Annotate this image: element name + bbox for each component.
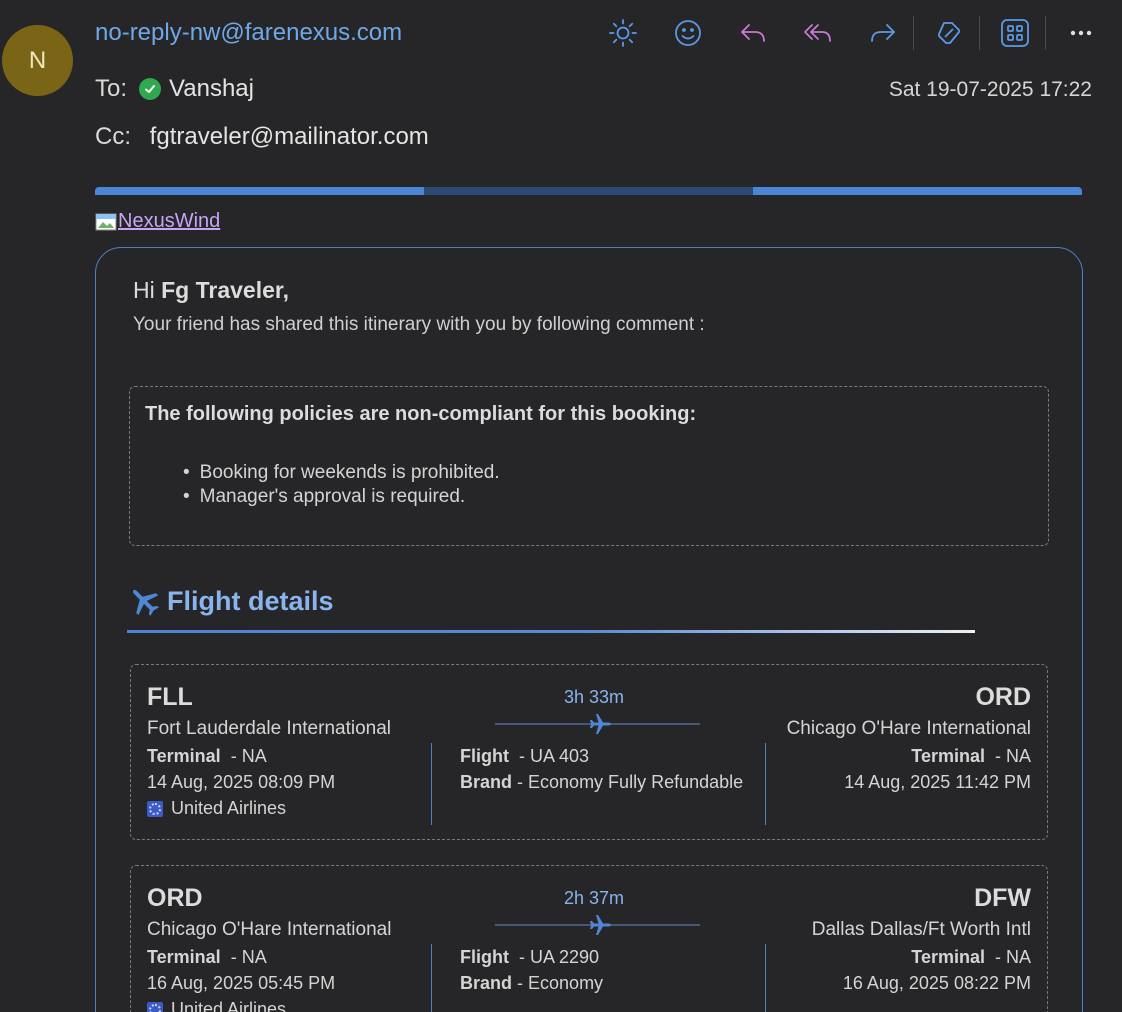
flight-duration: 2h 37m xyxy=(564,888,625,908)
flight-details-title: Flight details xyxy=(167,585,334,616)
origin-code: ORD xyxy=(147,884,203,912)
flight-segment: ORD Chicago O'Hare International Termina… xyxy=(130,865,1048,1012)
stripe-segment xyxy=(753,187,1082,195)
destination-airport: Dallas Dallas/Ft Worth Intl xyxy=(811,919,1031,940)
toolbar-divider xyxy=(1045,16,1046,50)
sender-address[interactable]: no-reply-nw@farenexus.com xyxy=(95,19,402,47)
cc-label: Cc: xyxy=(95,123,131,150)
departure-datetime: 14 Aug, 2025 08:09 PM xyxy=(147,772,336,792)
departure-datetime: 16 Aug, 2025 05:45 PM xyxy=(147,973,336,993)
heading-underline xyxy=(127,630,975,633)
traveler-name: Fg Traveler, xyxy=(161,277,289,303)
nexuswind-logo-link[interactable]: NexusWind xyxy=(95,210,220,233)
arrival-datetime: 16 Aug, 2025 08:22 PM xyxy=(842,973,1031,993)
flight-duration: 3h 33m xyxy=(564,687,625,707)
airline-name: United Airlines xyxy=(171,999,287,1012)
route-plane-icon xyxy=(495,714,700,734)
destination-terminal: Terminal - NA xyxy=(911,947,1031,967)
column-divider xyxy=(431,743,432,825)
arrival-datetime: 14 Aug, 2025 11:42 PM xyxy=(844,772,1031,792)
stripe-segment xyxy=(95,187,424,195)
origin-airport: Chicago O'Hare International xyxy=(147,919,392,940)
united-airlines-logo-icon xyxy=(147,1001,163,1012)
sun-icon[interactable] xyxy=(603,14,643,52)
reply-all-icon[interactable] xyxy=(798,14,838,52)
message-toolbar xyxy=(603,14,1122,52)
fare-brand: Brand - Economy Fully Refundable xyxy=(460,772,744,792)
column-divider xyxy=(431,944,432,1012)
brand-stripe xyxy=(95,187,1082,195)
emoji-icon[interactable] xyxy=(668,14,708,52)
apps-icon[interactable] xyxy=(995,14,1035,52)
greeting: Hi Fg Traveler, xyxy=(133,277,289,304)
policy-list: Booking for weekends is prohibited. Mana… xyxy=(185,461,500,509)
policy-title: The following policies are non-compliant… xyxy=(145,403,697,425)
toolbar-divider xyxy=(979,16,980,50)
shared-message: Your friend has shared this itinerary wi… xyxy=(133,314,705,335)
united-airlines-logo-icon xyxy=(147,800,163,817)
column-divider xyxy=(765,944,766,1012)
copilot-icon[interactable] xyxy=(929,14,969,52)
policy-item: Manager's approval is required. xyxy=(185,485,500,509)
toolbar-divider xyxy=(913,16,914,50)
column-divider xyxy=(765,743,766,825)
origin-airport: Fort Lauderdale International xyxy=(147,718,391,739)
recipient-name[interactable]: Vanshaj xyxy=(169,75,254,103)
policy-warning-box: The following policies are non-compliant… xyxy=(129,386,1049,546)
origin-code: FLL xyxy=(147,683,193,711)
greeting-prefix: Hi xyxy=(133,277,155,303)
sent-datetime: Sat 19-07-2025 17:22 xyxy=(888,78,1092,101)
sender-avatar[interactable]: N xyxy=(2,25,73,96)
airline: United Airlines xyxy=(147,798,286,819)
logo-alt-text: NexusWind xyxy=(118,210,221,232)
airplane-icon xyxy=(132,589,159,616)
flight-details-heading: Flight details xyxy=(127,584,334,618)
policy-item: Booking for weekends is prohibited. xyxy=(185,461,500,485)
flight-number: Flight - UA 2290 xyxy=(460,947,600,967)
origin-terminal: Terminal - NA xyxy=(147,746,267,766)
verified-check-icon xyxy=(139,78,162,100)
route-plane-icon xyxy=(495,915,700,935)
flight-number: Flight - UA 403 xyxy=(460,746,590,766)
fare-brand: Brand - Economy xyxy=(460,973,604,993)
destination-code: DFW xyxy=(974,884,1031,912)
to-label: To: xyxy=(95,75,128,102)
airline-name: United Airlines xyxy=(171,798,287,818)
flight-segment: FLL Fort Lauderdale International Termin… xyxy=(130,664,1048,840)
airline: United Airlines xyxy=(147,999,286,1012)
destination-terminal: Terminal - NA xyxy=(911,746,1031,766)
stripe-segment xyxy=(424,187,753,195)
cc-row: Cc: fgtraveler@mailinator.com xyxy=(95,123,429,151)
more-icon[interactable] xyxy=(1061,14,1101,52)
destination-code: ORD xyxy=(975,683,1031,711)
cc-address[interactable]: fgtraveler@mailinator.com xyxy=(150,123,429,150)
reply-icon[interactable] xyxy=(733,14,773,52)
destination-airport: Chicago O'Hare International xyxy=(786,718,1031,739)
to-row: To: Vanshaj xyxy=(95,75,254,103)
forward-icon[interactable] xyxy=(863,14,903,52)
origin-terminal: Terminal - NA xyxy=(147,947,267,967)
broken-image-icon xyxy=(95,212,117,232)
